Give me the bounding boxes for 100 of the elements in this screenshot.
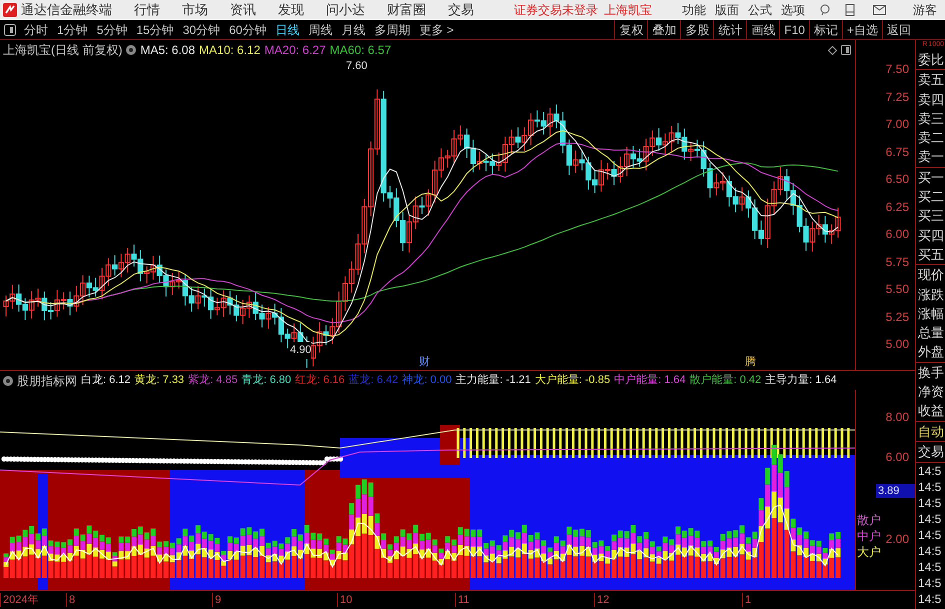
menu-item[interactable]: 功能 xyxy=(682,1,706,19)
settings-icon[interactable] xyxy=(3,376,13,386)
axis-label: 6.00 xyxy=(884,227,910,243)
quote-label: 涨幅 xyxy=(917,304,945,323)
quote-label: 委比 xyxy=(917,51,945,69)
ma-value: MA10: 6.12 xyxy=(199,42,260,59)
axis-label: 8.00 xyxy=(886,409,909,426)
toolbar-button[interactable]: +自选 xyxy=(842,20,882,39)
event-marker[interactable]: 腾 xyxy=(745,356,756,369)
quote-label: 卖四 xyxy=(917,90,945,109)
menu-item[interactable]: 市场 xyxy=(182,0,208,20)
axis-label: 11 xyxy=(455,593,470,607)
menu-item[interactable]: 公式 xyxy=(748,1,772,19)
menu-item[interactable]: 交易 xyxy=(448,0,474,20)
legend-label: 中户 xyxy=(857,528,881,544)
indicator-value: 黄龙: 7.33 xyxy=(134,373,184,388)
indicator-value: 白龙: 6.12 xyxy=(81,373,131,388)
toolbar-button[interactable]: F10 xyxy=(779,20,809,39)
axis-label: 8 xyxy=(66,593,76,607)
toolbar-button[interactable]: 叠加 xyxy=(647,20,680,39)
toolbar-button[interactable]: 返回 xyxy=(882,20,915,39)
legend-label: 大户 xyxy=(857,544,881,560)
axis-label: 5.25 xyxy=(884,310,910,326)
axis-label: 2.00 xyxy=(886,531,909,548)
toolbar-button[interactable]: 统计 xyxy=(713,20,746,39)
quote-label: 卖二 xyxy=(917,129,945,148)
trade-time: 14:5 xyxy=(917,494,942,511)
menu-item[interactable]: 问小达 xyxy=(326,0,365,20)
low-price-label: 4.90 xyxy=(290,342,312,358)
period-tab[interactable]: 5分钟 xyxy=(96,20,128,38)
period-tab[interactable]: 60分钟 xyxy=(229,20,266,38)
user-label[interactable]: 游客 xyxy=(913,1,937,19)
toolbar-button[interactable]: 画线 xyxy=(746,20,780,39)
trade-time: 14:5 xyxy=(917,526,942,543)
mail-icon[interactable] xyxy=(873,5,886,15)
quote-label: 卖一 xyxy=(917,148,945,166)
menu-item[interactable]: 选项 xyxy=(781,1,805,19)
app-name: 通达信金融终端 xyxy=(21,1,112,20)
indicator-value: 中户能量: 1.64 xyxy=(614,372,686,388)
menu-item[interactable]: 行情 xyxy=(134,0,160,20)
axis-label: 2024年 xyxy=(0,593,38,607)
menu-item[interactable]: 版面 xyxy=(715,1,739,19)
diamond-icon[interactable] xyxy=(828,46,837,55)
indicator-value: 青龙: 6.80 xyxy=(242,373,292,388)
indicator-value: 大户能量: -0.85 xyxy=(534,372,610,388)
ma-value: MA5: 6.08 xyxy=(140,42,196,59)
axis-label: 1 xyxy=(742,593,752,607)
period-tab[interactable]: 多周期 xyxy=(374,20,410,38)
legend-label: 散户 xyxy=(857,512,881,528)
period-tab[interactable]: 分时 xyxy=(24,20,48,38)
panel-toggle-icon[interactable] xyxy=(4,24,16,36)
period-tab[interactable]: 15分钟 xyxy=(136,20,174,38)
trade-label: 交易 xyxy=(916,442,945,463)
current-value-label: 3.89 xyxy=(876,484,916,498)
axis-label: 5.00 xyxy=(884,337,910,353)
toolbar-button[interactable]: 多股 xyxy=(680,20,714,39)
quote-label: 买四 xyxy=(917,226,945,245)
menu-item[interactable]: 发现 xyxy=(278,0,304,20)
high-price-label: 7.60 xyxy=(346,59,368,74)
quote-label: 买五 xyxy=(917,246,945,264)
trade-time: 14:5 xyxy=(917,542,942,559)
axis-label: 7.00 xyxy=(884,117,910,133)
quote-label: 现价 xyxy=(917,266,945,284)
ma-value: MA20: 6.27 xyxy=(264,42,326,59)
quote-label: 外盘 xyxy=(917,343,945,362)
trade-time: 14:5 xyxy=(917,510,942,527)
indicator-value: 蓝龙: 6.42 xyxy=(348,373,398,388)
period-tab[interactable]: 日线 xyxy=(275,20,300,38)
auto-trade-label[interactable]: 自动 xyxy=(916,422,945,442)
trade-time: 14:5 xyxy=(917,462,942,479)
trade-time: 14:5 xyxy=(917,590,942,607)
axis-label: 6.25 xyxy=(884,200,910,216)
axis-label: 6.75 xyxy=(884,144,910,160)
ma-value: MA60: 6.57 xyxy=(330,42,392,59)
settings-icon[interactable] xyxy=(126,45,136,55)
menu-item[interactable]: 财富圈 xyxy=(387,0,426,20)
axis-label: 6.00 xyxy=(886,449,909,466)
period-tab[interactable]: 1分钟 xyxy=(57,20,88,38)
toolbar-button[interactable]: 复权 xyxy=(614,20,648,39)
trade-time: 14:5 xyxy=(917,558,942,575)
event-marker[interactable]: 财 xyxy=(419,356,430,369)
quote-label: 总量 xyxy=(917,324,945,342)
toolbar-button[interactable]: 标记 xyxy=(808,20,842,39)
panel-toggle-icon[interactable] xyxy=(841,45,851,55)
period-tab[interactable]: 周线 xyxy=(308,20,332,38)
quote-label: 买一 xyxy=(917,168,945,187)
quote-label: 买二 xyxy=(917,188,945,206)
period-tab[interactable]: 月线 xyxy=(341,20,366,38)
period-tab[interactable]: 更多 > xyxy=(419,20,454,38)
indicator-value: 红龙: 6.16 xyxy=(295,373,345,388)
quote-label: 净资 xyxy=(917,383,945,402)
axis-label: 10 xyxy=(337,593,352,607)
indicator-value: 散户能量: 0.42 xyxy=(690,372,762,388)
menu-item[interactable]: 资讯 xyxy=(230,0,256,20)
stock-name: 上海凯宝 xyxy=(604,2,652,19)
axis-label: 6.50 xyxy=(884,172,910,188)
app-logo-icon xyxy=(3,3,17,17)
quote-label: 卖五 xyxy=(917,71,945,90)
period-tab[interactable]: 30分钟 xyxy=(182,20,220,38)
quote-label: 收益 xyxy=(917,402,945,420)
